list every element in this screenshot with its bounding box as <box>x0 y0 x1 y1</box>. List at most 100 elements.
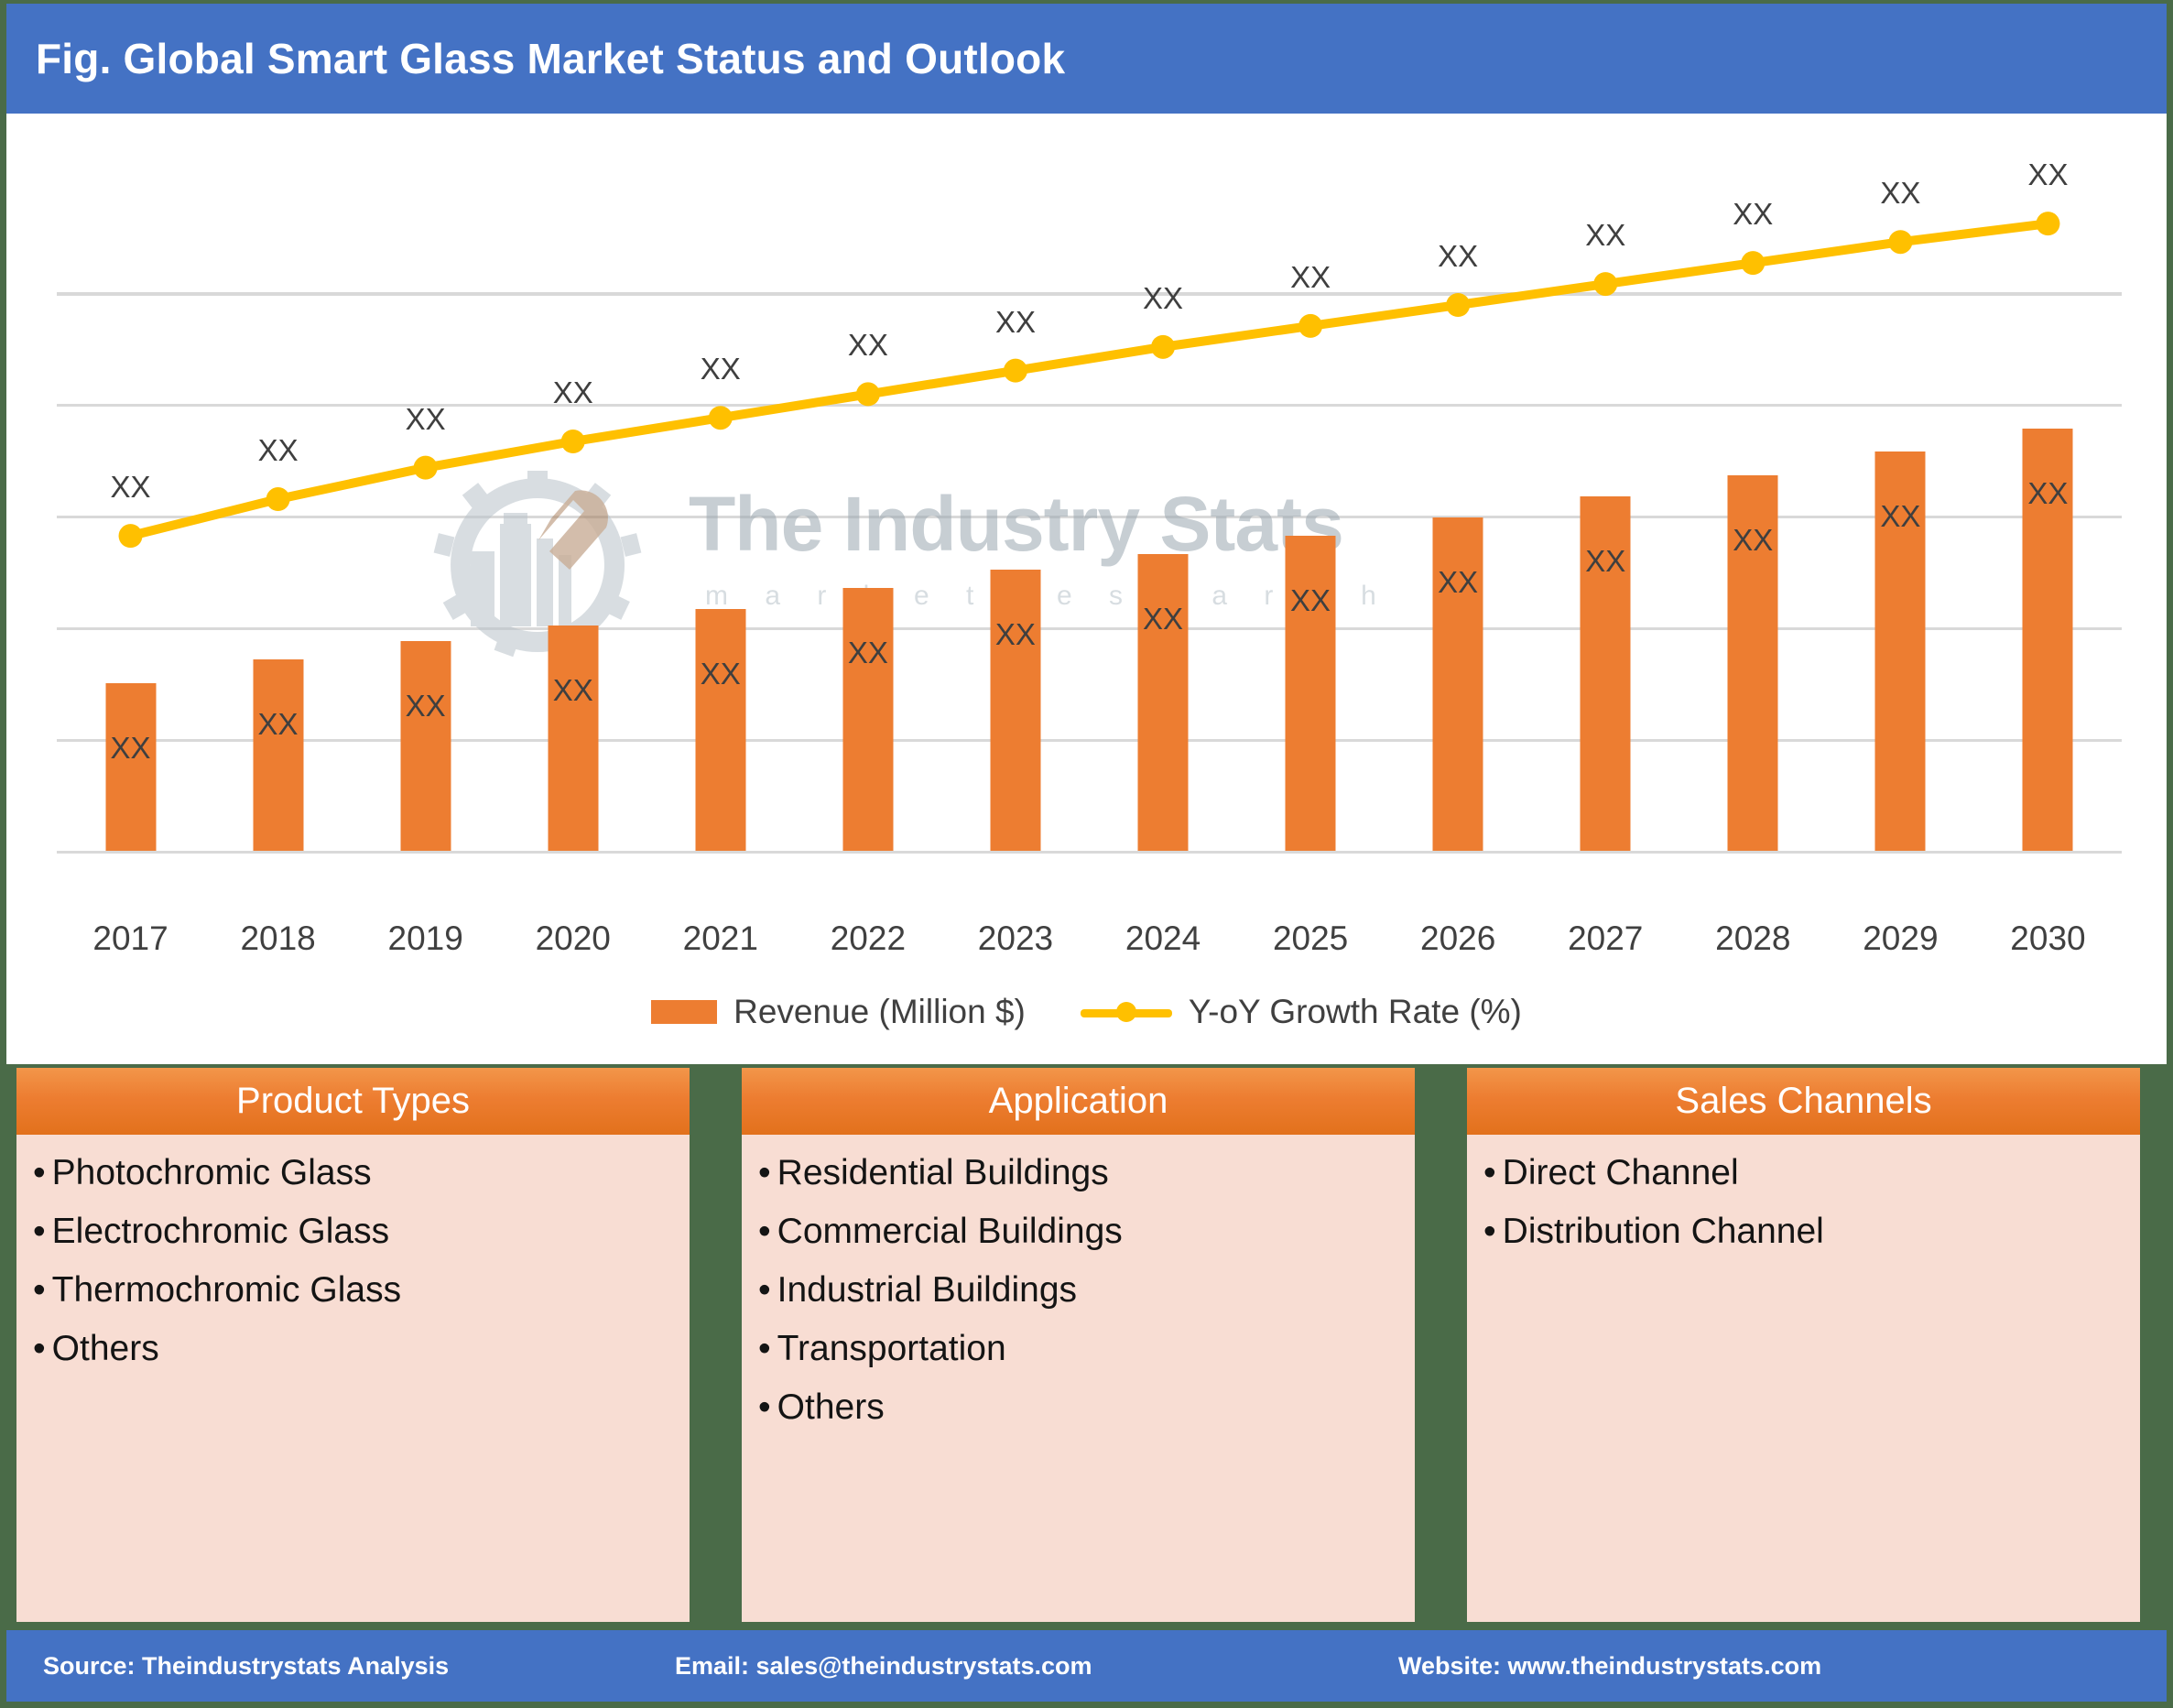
chart-plot-area: The Industry Stats m a r k e t r e s e a… <box>57 146 2122 883</box>
line-value-label: XX <box>1733 197 1774 232</box>
list-item: • Industrial Buildings <box>758 1272 1415 1308</box>
line-point-marker[interactable] <box>2036 212 2060 236</box>
list-item-label: Direct Channel <box>1502 1153 1739 1192</box>
panel-product-types: Product Types • Photochromic Glass • Electro… <box>16 1068 690 1622</box>
list-item: • Residential Buildings <box>758 1155 1415 1191</box>
panel-header: Product Types <box>16 1068 690 1135</box>
panel-application: Application • Residential Buildings • Commer… <box>742 1068 1415 1622</box>
infographic-root: Fig. Global Smart Glass Market Status an… <box>0 0 2173 1708</box>
x-axis-tick-2024: 2024 <box>1125 919 1201 957</box>
line-value-label: XX <box>1585 218 1626 253</box>
revenue-swatch-icon <box>651 1000 718 1024</box>
footer-website[interactable]: Website: www.theindustrystats.com <box>1398 1652 1821 1681</box>
list-item-label: Transportation <box>777 1329 1006 1368</box>
list-item: • Photochromic Glass <box>33 1155 690 1191</box>
list-item-label: Residential Buildings <box>777 1153 1109 1192</box>
x-axis-tick-2027: 2027 <box>1568 919 1644 957</box>
line-point-marker[interactable] <box>1741 251 1766 276</box>
x-axis-tick-2018: 2018 <box>240 919 316 957</box>
bullet-icon: • <box>1483 1153 1496 1192</box>
line-value-label: XX <box>994 304 1036 339</box>
list-item: • Others <box>33 1331 690 1366</box>
panel-title: Sales Channels <box>1675 1081 1932 1121</box>
list-item: • Transportation <box>758 1331 1415 1366</box>
segment-panels: Product Types • Photochromic Glass • Electro… <box>0 1068 2173 1622</box>
x-axis-tick-2026: 2026 <box>1420 919 1496 957</box>
bullet-icon: • <box>758 1212 771 1251</box>
list-item: • Commercial Buildings <box>758 1213 1415 1249</box>
panel-header: Sales Channels <box>1467 1068 2140 1135</box>
x-axis-tick-2017: 2017 <box>92 919 168 957</box>
bullet-icon: • <box>758 1387 771 1427</box>
bullet-icon: • <box>1483 1212 1496 1251</box>
bullet-icon: • <box>33 1153 46 1192</box>
panel-title: Application <box>988 1081 1168 1121</box>
x-axis-tick-2030: 2030 <box>2010 919 2086 957</box>
title-bar: Fig. Global Smart Glass Market Status an… <box>6 4 2167 114</box>
legend-label-growth: Y-oY Growth Rate (%) <box>1188 993 1522 1030</box>
bullet-icon: • <box>33 1212 46 1251</box>
panel-header: Application <box>742 1068 1415 1135</box>
panel-body: • Residential Buildings • Commercial Buildi… <box>742 1135 1415 1425</box>
panel-body: • Direct Channel • Distribution Channel <box>1467 1135 2140 1249</box>
x-axis-tick-2029: 2029 <box>1863 919 1939 957</box>
list-item-label: Industrial Buildings <box>777 1270 1078 1310</box>
line-point-marker[interactable] <box>413 455 438 480</box>
line-point-marker[interactable] <box>560 430 585 453</box>
line-point-marker[interactable] <box>1298 313 1323 338</box>
list-item-label: Commercial Buildings <box>777 1212 1123 1251</box>
bullet-icon: • <box>33 1329 46 1368</box>
legend-item-growth[interactable]: Y-oY Growth Rate (%) <box>1080 993 1522 1031</box>
bullet-icon: • <box>758 1153 771 1192</box>
line-value-label: XX <box>110 470 151 505</box>
line-value-label: XX <box>847 328 888 363</box>
list-item-label: Others <box>777 1387 885 1427</box>
x-axis-tick-2019: 2019 <box>387 919 463 957</box>
line-value-label: XX <box>1290 259 1331 294</box>
chart-legend: Revenue (Million $) Y-oY Growth Rate (%) <box>6 993 2167 1031</box>
legend-item-revenue[interactable]: Revenue (Million $) <box>651 993 1026 1031</box>
page-title: Fig. Global Smart Glass Market Status an… <box>36 35 1066 82</box>
x-axis-tick-2025: 2025 <box>1272 919 1349 957</box>
footer-bar: Source: Theindustrystats Analysis Email:… <box>6 1630 2167 1702</box>
growth-line-marker-icon <box>1080 1002 1172 1022</box>
x-axis-tick-2021: 2021 <box>682 919 758 957</box>
line-point-marker[interactable] <box>855 382 880 407</box>
line-value-label: XX <box>405 401 446 436</box>
list-item: • Thermochromic Glass <box>33 1272 690 1308</box>
line-value-label: XX <box>552 375 593 409</box>
growth-line-series <box>118 212 2060 549</box>
x-axis-tick-2028: 2028 <box>1715 919 1791 957</box>
bullet-icon: • <box>758 1270 771 1310</box>
list-item-label: Distribution Channel <box>1502 1212 1824 1251</box>
list-item: • Direct Channel <box>1483 1155 2140 1191</box>
x-axis-tick-2020: 2020 <box>535 919 611 957</box>
line-point-marker[interactable] <box>266 487 290 512</box>
line-value-label: XX <box>700 352 741 386</box>
line-point-marker[interactable] <box>1446 293 1471 317</box>
line-value-label: XX <box>1143 280 1184 315</box>
list-item-label: Photochromic Glass <box>51 1153 372 1192</box>
line-point-marker[interactable] <box>1003 358 1027 383</box>
chart-card: The Industry Stats m a r k e t r e s e a… <box>6 114 2167 1064</box>
list-item: • Distribution Channel <box>1483 1213 2140 1249</box>
footer-email[interactable]: Email: sales@theindustrystats.com <box>675 1652 1092 1681</box>
list-item-label: Electrochromic Glass <box>51 1212 390 1251</box>
line-point-marker[interactable] <box>708 406 733 430</box>
line-value-label: XX <box>2027 158 2069 192</box>
bullet-icon: • <box>758 1329 771 1368</box>
line-point-marker[interactable] <box>1151 334 1176 359</box>
list-item: • Electrochromic Glass <box>33 1213 690 1249</box>
line-value-label: XX <box>257 433 299 468</box>
list-item: • Others <box>758 1389 1415 1425</box>
x-axis-labels: 2017 2018 2019 2020 2021 2022 2023 2024 2025 2026… <box>57 919 2122 974</box>
panel-sales-channels: Sales Channels • Direct Channel • Distributi… <box>1467 1068 2140 1622</box>
line-point-marker[interactable] <box>1888 230 1913 255</box>
panel-body: • Photochromic Glass • Electrochromic Glass… <box>16 1135 690 1366</box>
line-value-label: XX <box>1880 176 1921 211</box>
x-axis-tick-2022: 2022 <box>830 919 907 957</box>
line-point-marker[interactable] <box>1593 272 1618 297</box>
line-point-marker[interactable] <box>118 524 143 549</box>
x-axis-tick-2023: 2023 <box>977 919 1054 957</box>
panel-title: Product Types <box>236 1081 470 1121</box>
